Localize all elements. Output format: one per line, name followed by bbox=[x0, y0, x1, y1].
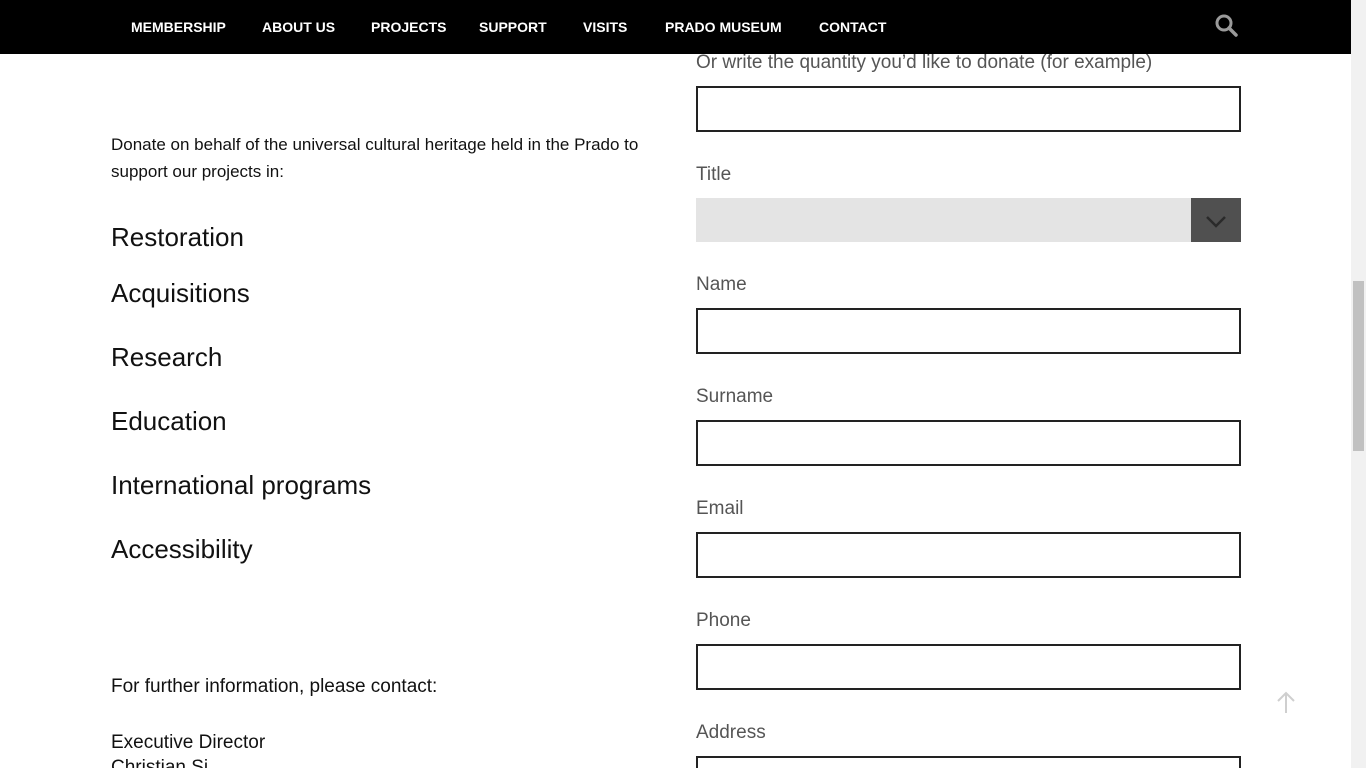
arrow-up-icon bbox=[1277, 691, 1295, 713]
nav-item-visits[interactable]: VISITS bbox=[583, 0, 627, 54]
address-input[interactable] bbox=[696, 756, 1241, 768]
project-item-acquisitions: Acquisitions bbox=[111, 278, 250, 308]
nav-item-support[interactable]: SUPPORT bbox=[479, 0, 547, 54]
page: MEMBERSHIP ABOUT US PROJECTS SUPPORT VIS… bbox=[0, 0, 1366, 768]
name-label: Name bbox=[696, 274, 747, 295]
title-label: Title bbox=[696, 164, 732, 185]
contact-intro-text: For further information, please contact: bbox=[111, 676, 438, 697]
title-select[interactable] bbox=[696, 198, 1241, 242]
phone-input[interactable] bbox=[696, 644, 1241, 690]
email-input[interactable] bbox=[696, 532, 1241, 578]
donation-intro-text: Donate on behalf of the universal cultur… bbox=[111, 135, 639, 181]
contact-role: Executive Director bbox=[111, 732, 266, 753]
search-icon[interactable] bbox=[1214, 13, 1238, 37]
project-item-education: Education bbox=[111, 406, 227, 436]
quantity-label: Or write the quantity you’d like to dona… bbox=[696, 52, 1153, 73]
top-navigation: MEMBERSHIP ABOUT US PROJECTS SUPPORT VIS… bbox=[0, 0, 1351, 54]
name-input[interactable] bbox=[696, 308, 1241, 354]
nav-item-membership[interactable]: MEMBERSHIP bbox=[131, 0, 226, 54]
address-label: Address bbox=[696, 722, 766, 743]
nav-item-projects[interactable]: PROJECTS bbox=[371, 0, 446, 54]
back-to-top-button[interactable] bbox=[1274, 690, 1298, 716]
select-arrow-button[interactable] bbox=[1191, 198, 1241, 242]
project-item-accessibility: Accessibility bbox=[111, 534, 253, 564]
nav-item-prado-museum[interactable]: PRADO MUSEUM bbox=[665, 0, 782, 54]
surname-label: Surname bbox=[696, 386, 774, 407]
quantity-input[interactable] bbox=[696, 86, 1241, 132]
nav-item-about-us[interactable]: ABOUT US bbox=[262, 0, 335, 54]
surname-input[interactable] bbox=[696, 420, 1241, 466]
nav-item-contact[interactable]: CONTACT bbox=[819, 0, 886, 54]
project-item-international-programs: International programs bbox=[111, 470, 372, 500]
scrollbar-thumb[interactable] bbox=[1353, 281, 1364, 451]
phone-label: Phone bbox=[696, 610, 751, 631]
contact-name: Christian Si... bbox=[111, 757, 224, 768]
project-item-research: Research bbox=[111, 342, 223, 372]
project-item-restoration: Restoration bbox=[111, 222, 244, 252]
email-label: Email bbox=[696, 498, 744, 519]
chevron-down-icon bbox=[1206, 216, 1226, 228]
